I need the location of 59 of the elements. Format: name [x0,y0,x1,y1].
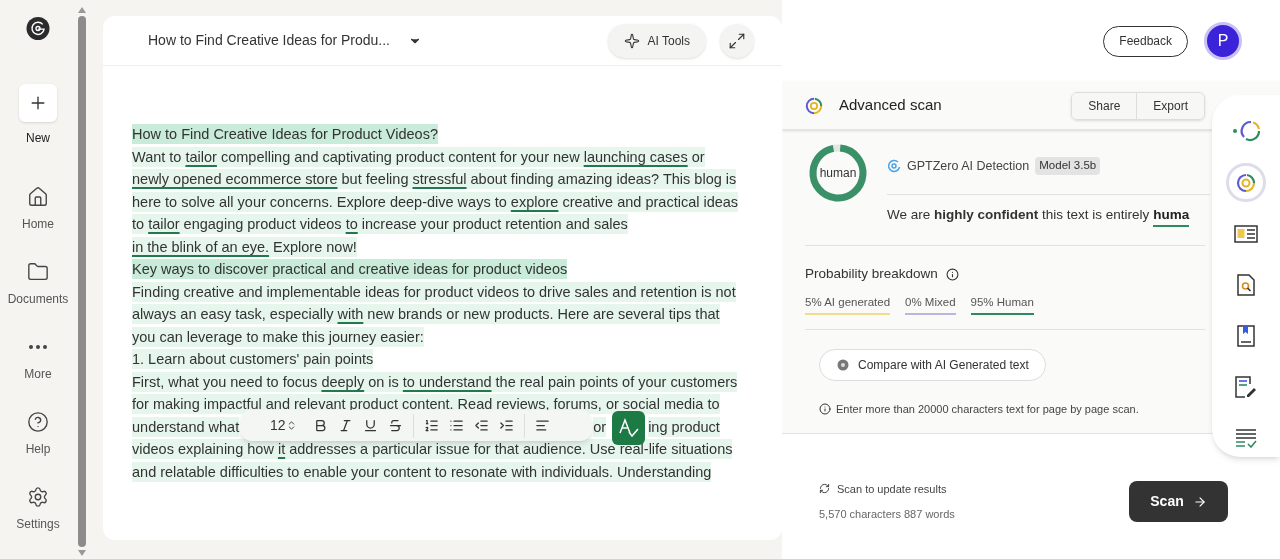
breakdown-item: 5% AI generated [805,293,891,315]
sidebar-item[interactable]: Home [1,184,75,259]
home-icon [27,186,49,208]
spell-check-icon [617,417,640,439]
expand-icon [728,31,746,50]
underline-icon[interactable] [362,418,378,433]
id-card-icon [1234,224,1258,243]
export-button[interactable]: Export [1136,92,1204,119]
breakdown-item: 95% Human [970,293,1034,315]
document-search-icon [1237,273,1255,296]
sidebar-item[interactable]: Settings [1,484,75,559]
scroll-up-icon[interactable] [77,6,87,14]
compare-button[interactable]: Compare with AI Generated text [819,348,1046,381]
model-tag: Model 3.5b [1035,157,1101,175]
update-hint: Scan to update results [837,481,947,497]
checklist-icon [1235,427,1257,448]
sidebar-item[interactable]: More [1,334,75,409]
verdict-result: huma [1153,205,1190,228]
align-icon[interactable] [534,418,550,433]
share-button[interactable]: Share [1072,92,1137,119]
spell-check-button[interactable] [612,411,645,445]
breakdown-item: 0% Mixed [905,293,956,315]
progress-ring-icon [1232,120,1260,143]
detector-logo-icon [887,159,901,173]
settings-icon [27,486,49,508]
sparkle-icon [623,32,640,49]
verdict-text: We are highly confident this text is entirely [887,206,1150,224]
font-size-selector[interactable]: 12 [270,415,297,436]
document-title-dropdown[interactable]: How to Find Creative Ideas for Produ... [148,30,422,51]
scrollbar[interactable] [76,6,88,557]
scroll-down-icon[interactable] [77,549,87,557]
count-text: 5,570 characters 887 words [819,507,955,523]
bookmark-document-icon [1237,324,1255,347]
document-edit-icon [1235,375,1257,398]
folder-icon [27,261,49,283]
refresh-icon [819,483,830,495]
sidebar-item[interactable]: Help [1,409,75,484]
avatar[interactable]: P [1204,22,1242,60]
scan-note: Enter more than 20000 characters text for page by page scan. [836,401,1139,417]
breakdown-title: Probability breakdown [805,265,938,284]
more-icon [29,345,47,349]
scan-logo-icon [1236,172,1256,193]
sidebar-item[interactable]: Documents [1,259,75,334]
indent-icon[interactable] [498,418,514,433]
sidebar-item[interactable]: New [1,84,75,184]
scan-button[interactable]: Scan [1129,481,1228,523]
italic-icon[interactable] [337,418,353,433]
expand-button[interactable] [720,23,754,58]
info-icon [945,267,959,281]
bullet-list-icon[interactable] [448,418,464,433]
scan-logo-icon [805,96,823,115]
info-icon [819,403,831,415]
result-label: human [819,166,857,180]
outdent-icon[interactable] [473,418,489,433]
rail-button[interactable] [1226,163,1266,203]
ai-tools-button[interactable]: AI Tools [607,23,706,58]
strikethrough-icon[interactable] [387,418,403,433]
numbered-list-icon[interactable] [423,418,439,433]
help-icon [27,411,49,433]
